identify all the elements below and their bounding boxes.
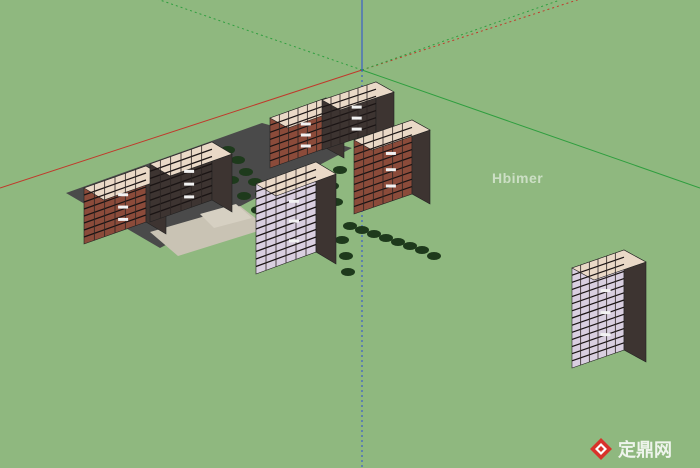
red-axis-dotted	[361, 0, 579, 71]
watermark-corner-text: 定鼎网	[618, 440, 672, 461]
sketchup-viewport[interactable]: Hbimer 定鼎网	[0, 0, 700, 468]
balcony	[600, 289, 611, 293]
site-logo-icon	[590, 438, 612, 460]
tree	[339, 252, 353, 260]
balcony	[184, 169, 195, 173]
balcony	[184, 182, 195, 186]
balcony	[118, 205, 129, 209]
balcony	[118, 193, 129, 197]
balcony	[600, 333, 611, 337]
balcony	[351, 116, 362, 120]
balcony	[184, 195, 195, 199]
balcony	[289, 199, 299, 203]
building-isolated-right[interactable]	[571, 249, 647, 369]
balcony	[300, 144, 311, 148]
balcony	[289, 219, 299, 223]
tree	[239, 168, 253, 176]
3d-scene-canvas[interactable]	[0, 0, 700, 468]
balcony	[385, 184, 396, 188]
balcony	[300, 122, 311, 126]
tree	[367, 230, 381, 238]
tree	[341, 268, 355, 276]
balcony	[289, 239, 299, 243]
watermark-corner: 定鼎网	[588, 436, 672, 462]
tree	[237, 192, 251, 200]
balcony	[385, 168, 396, 172]
tree	[379, 234, 393, 242]
tree	[403, 242, 417, 250]
watermark-hbimer: Hbimer	[492, 170, 544, 186]
balcony	[118, 217, 129, 221]
tree	[415, 246, 429, 254]
tree	[355, 226, 369, 234]
balcony	[385, 151, 396, 155]
tree	[335, 236, 349, 244]
tree	[333, 166, 347, 174]
balcony	[600, 311, 611, 315]
tree	[391, 238, 405, 246]
green-axis-dotted-2	[361, 0, 561, 71]
tree	[231, 156, 245, 164]
tree	[343, 222, 357, 230]
balcony	[351, 127, 362, 131]
tree	[427, 252, 441, 260]
balcony	[300, 133, 311, 137]
balcony	[351, 105, 362, 109]
green-axis-dotted	[158, 0, 363, 71]
